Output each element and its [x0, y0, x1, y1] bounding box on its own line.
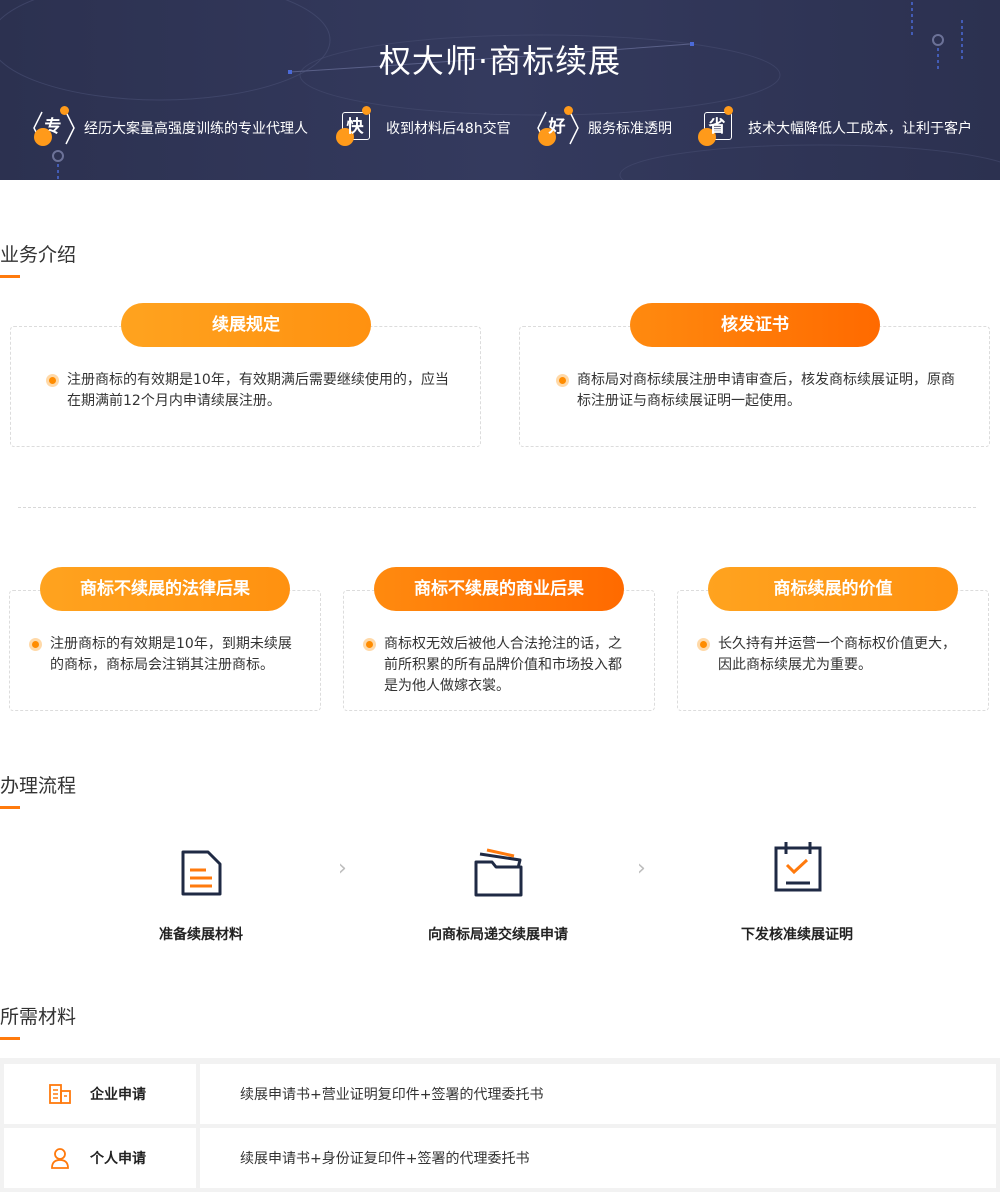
dashed-divider [18, 507, 976, 508]
bullet-icon [363, 638, 376, 651]
feature-saving: 省 技术大幅降低人工成本，让利于客户 [694, 106, 972, 150]
banner-title: 权大师·商标续展 [378, 42, 622, 80]
feature-text: 技术大幅降低人工成本，让利于客户 [748, 121, 972, 137]
section-title-materials: 所需材料 [0, 1006, 77, 1028]
card-text-line: 因此商标续展尤为重要。 [718, 657, 872, 673]
folder-icon [474, 848, 523, 897]
section-title-intro: 业务介绍 [0, 244, 77, 266]
feature-text: 收到材料后48h交官 [386, 121, 511, 137]
card-title-pill: 商标不续展的商业后果 [374, 567, 624, 611]
materials-type-label: 个人申请 [90, 1151, 146, 1167]
person-icon [51, 1148, 69, 1169]
card-text-line: 长久持有并运营一个商标权价值更大， [718, 636, 956, 652]
feature-text: 服务标准透明 [588, 121, 672, 137]
section-underline [0, 1037, 20, 1040]
card-text-line: 标注册证与商标续展证明一起使用。 [577, 393, 801, 409]
card-title-pill: 续展规定 [121, 303, 371, 347]
card-text-line: 注册商标的有效期是10年，有效期满后需要继续使用的，应当 [67, 372, 449, 388]
table-row-desc: 续展申请书+营业证明复印件+签署的代理委托书 [200, 1064, 996, 1124]
chevron-right-icon: › [338, 856, 347, 881]
feature-fast: 快 收到材料后48h交官 [332, 106, 511, 150]
hero-banner: 权大师·商标续展 专 经历大案量高强度训练的专业代理人 快 收到材料后48h交官 [0, 0, 1000, 180]
card-text-line: 在期满前12个月内申请续展注册。 [67, 393, 281, 409]
materials-table: 企业申请 续展申请书+营业证明复印件+签署的代理委托书 个人申请 续展申请书+身… [0, 1058, 1000, 1192]
saving-badge-icon: 省 [694, 106, 738, 150]
card-title-pill: 核发证书 [630, 303, 880, 347]
fast-badge-icon: 快 [332, 106, 376, 150]
section-underline [0, 275, 20, 278]
card-text-line: 注册商标的有效期是10年，到期未续展 [50, 636, 292, 652]
document-icon [181, 850, 222, 896]
bullet-icon [697, 638, 710, 651]
process-step-label: 准备续展材料 [159, 927, 243, 943]
professional-badge-icon: 专 [30, 106, 75, 150]
card-title-pill: 商标续展的价值 [708, 567, 958, 611]
banner-decoration [0, 0, 1000, 180]
calendar-check-icon [774, 842, 822, 892]
table-row-desc: 续展申请书+身份证复印件+签署的代理委托书 [200, 1128, 996, 1188]
card-body: 长久持有并运营一个商标权价值更大， 因此商标续展尤为重要。 [697, 634, 977, 676]
card-text-line: 前所积累的所有品牌价值和市场投入都 [384, 657, 622, 673]
card-body: 注册商标的有效期是10年，有效期满后需要继续使用的，应当 在期满前12个月内申请… [46, 370, 466, 412]
materials-type-label: 企业申请 [90, 1087, 146, 1103]
materials-desc: 续展申请书+营业证明复印件+签署的代理委托书 [240, 1087, 544, 1103]
card-body: 商标局对商标续展注册申请审查后，核发商标续展证明，原商 标注册证与商标续展证明一… [556, 370, 976, 412]
bullet-icon [556, 374, 569, 387]
card-text-line: 商标权无效后被他人合法抢注的话，之 [384, 636, 622, 652]
card-body: 商标权无效后被他人合法抢注的话，之 前所积累的所有品牌价值和市场投入都 是为他人… [363, 634, 643, 697]
feature-professional: 专 经历大案量高强度训练的专业代理人 [30, 106, 308, 150]
table-row-type: 企业申请 [4, 1064, 196, 1124]
process-step-label: 向商标局递交续展申请 [428, 927, 568, 943]
process-step-label: 下发核准续展证明 [741, 927, 853, 943]
building-icon [49, 1084, 71, 1104]
card-text-line: 是为他人做嫁衣裳。 [384, 678, 510, 694]
section-underline [0, 806, 20, 809]
table-row-type: 个人申请 [4, 1128, 196, 1188]
feature-text: 经历大案量高强度训练的专业代理人 [84, 121, 308, 137]
card-body: 注册商标的有效期是10年，到期未续展 的商标，商标局会注销其注册商标。 [29, 634, 309, 676]
materials-desc: 续展申请书+身份证复印件+签署的代理委托书 [240, 1151, 530, 1167]
card-text-line: 商标局对商标续展注册申请审查后，核发商标续展证明，原商 [577, 372, 955, 388]
card-text-line: 的商标，商标局会注销其注册商标。 [50, 657, 274, 673]
bullet-icon [29, 638, 42, 651]
feature-quality: 好 服务标准透明 [534, 106, 672, 150]
chevron-right-icon: › [637, 856, 646, 881]
bullet-icon [46, 374, 59, 387]
card-title-pill: 商标不续展的法律后果 [40, 567, 290, 611]
section-title-process: 办理流程 [0, 775, 77, 797]
quality-badge-icon: 好 [534, 106, 579, 150]
